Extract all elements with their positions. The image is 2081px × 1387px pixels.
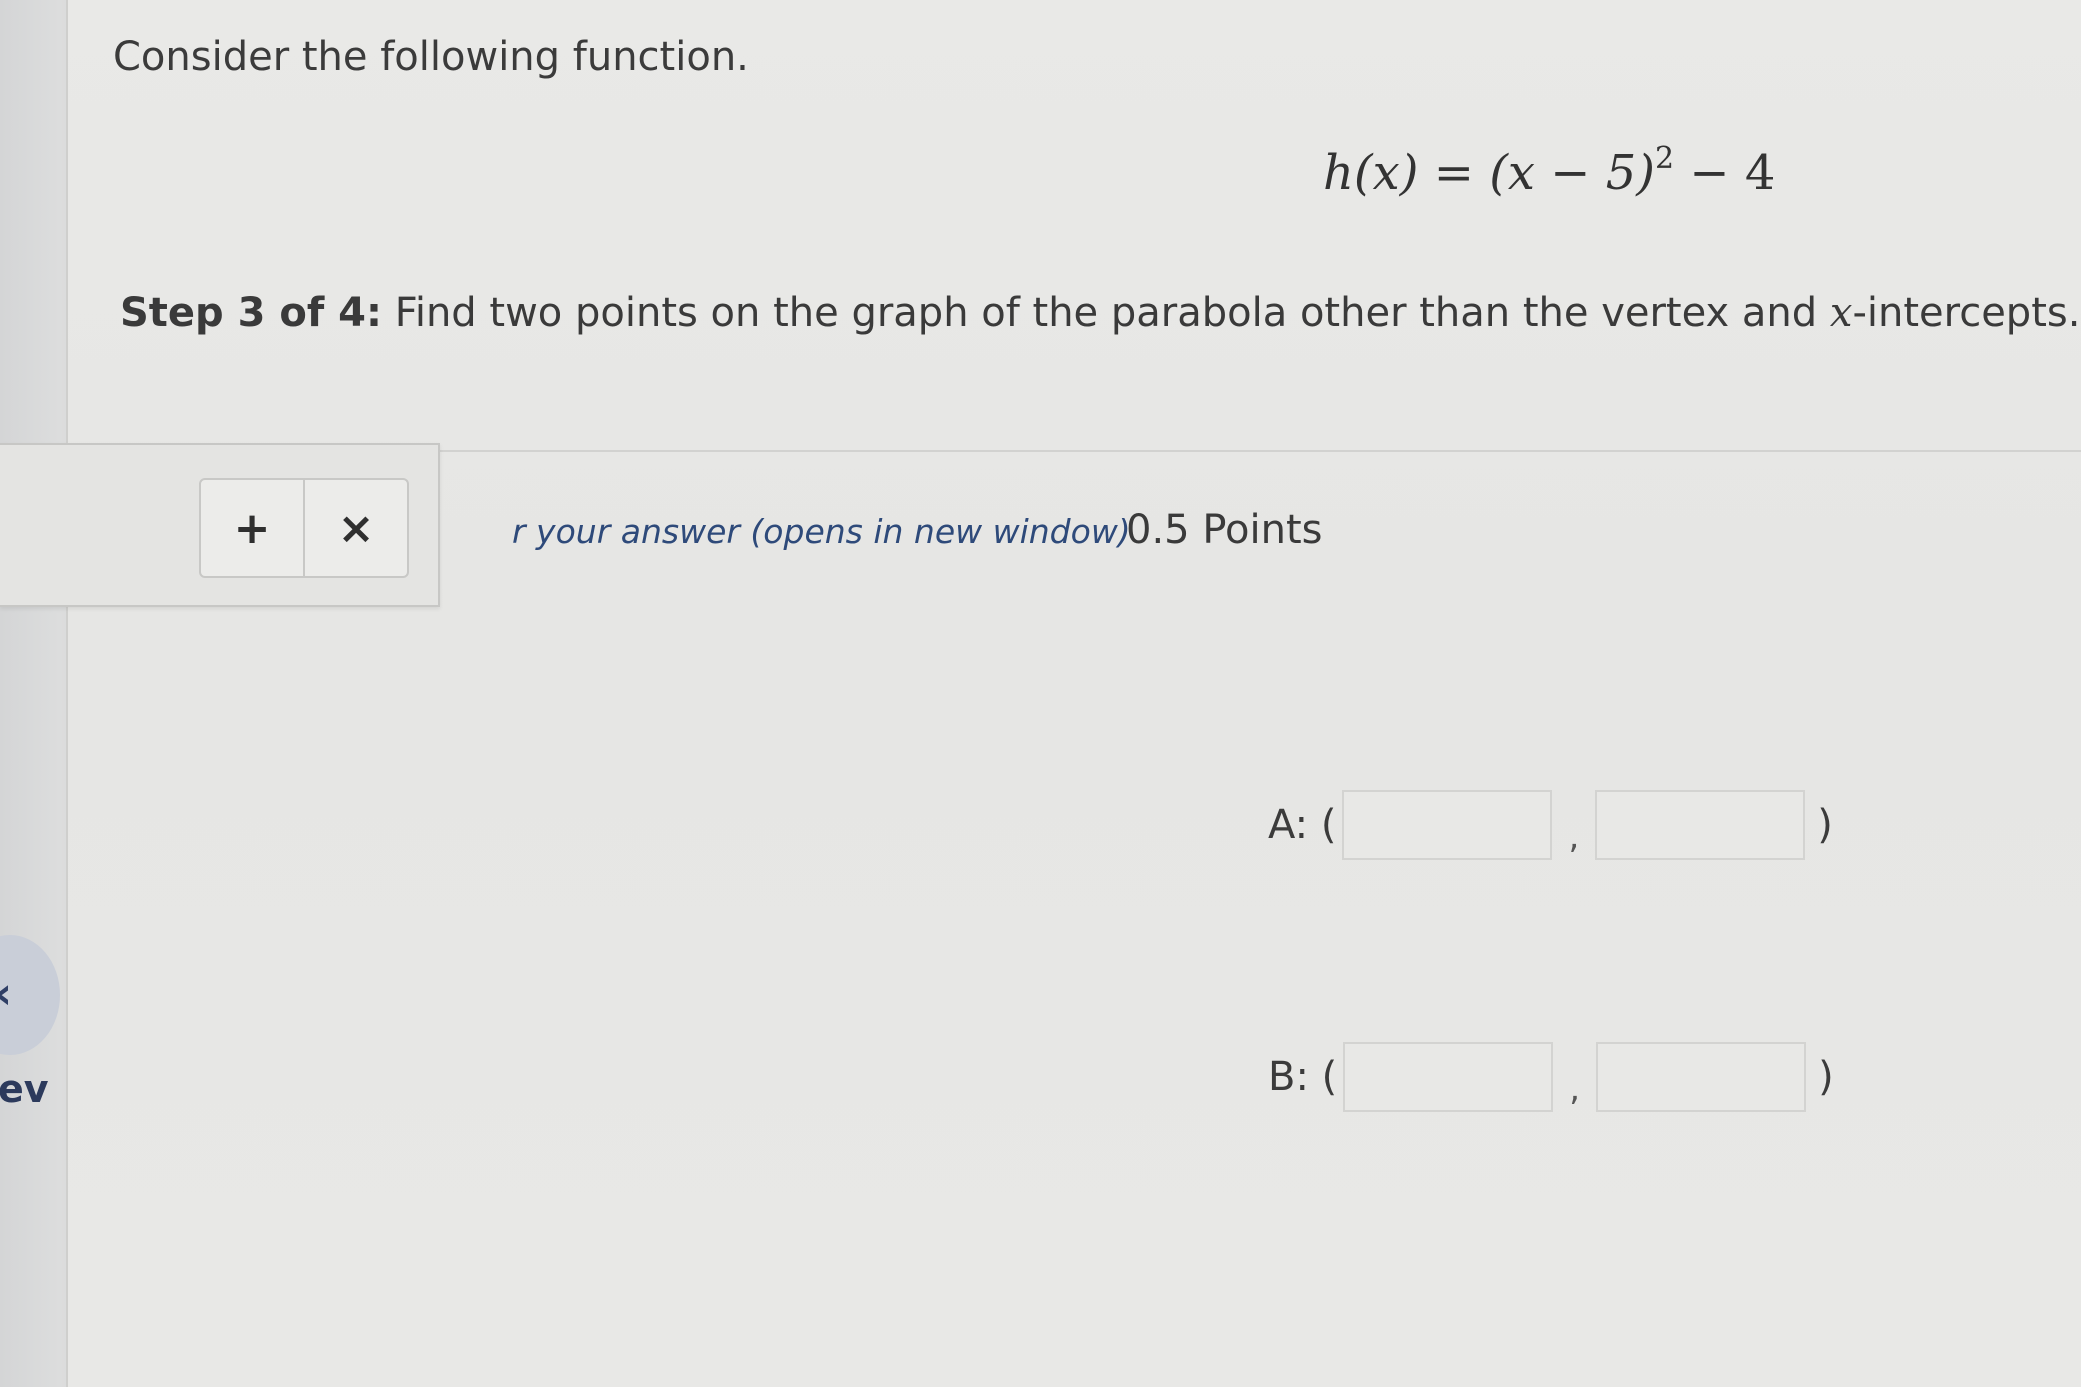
question-intro: Consider the following function. — [113, 34, 749, 80]
answer-b-x-input[interactable] — [1343, 1042, 1554, 1112]
answer-row-b: B: ( , ) — [1268, 1042, 1834, 1112]
answer-a-x-input[interactable] — [1342, 790, 1553, 860]
answer-b-close: ) — [1818, 1054, 1834, 1100]
close-icon[interactable]: × — [303, 480, 407, 576]
answer-toolbar: + × — [0, 443, 440, 607]
answer-row-a: A: ( , ) — [1268, 790, 1833, 860]
answer-b-label: B: ( — [1268, 1054, 1338, 1100]
formula-lhs: h(x) — [1323, 145, 1419, 201]
question-panel: Consider the following function. h(x) = … — [66, 0, 2081, 1387]
points-value: 0.5 Points — [1126, 507, 1323, 553]
function-formula: h(x) = (x − 5)2 − 4 — [1323, 141, 1776, 201]
add-icon[interactable]: + — [201, 480, 303, 576]
answer-b-y-input[interactable] — [1596, 1042, 1807, 1112]
answer-b-comma: , — [1569, 1069, 1581, 1109]
answer-a-comma: , — [1568, 817, 1580, 857]
step-variable: x — [1829, 290, 1853, 336]
answer-a-label: A: ( — [1268, 802, 1337, 848]
chevron-left-icon[interactable]: ‹ — [0, 968, 12, 1019]
toolbar-button-group: + × — [199, 478, 409, 578]
step-text-end: -intercepts. — [1852, 290, 2081, 336]
answer-help-link[interactable]: r your answer (opens in new window) — [512, 512, 1131, 551]
formula-tail: − 4 — [1674, 145, 1776, 201]
step-text: Find two points on the graph of the para… — [382, 290, 1830, 336]
step-instruction: Step 3 of 4: Find two points on the grap… — [120, 290, 2080, 336]
answer-a-close: ) — [1817, 802, 1833, 848]
question-header: Consider the following function. h(x) = … — [68, 0, 2081, 452]
formula-rhs: (x − 5) — [1489, 145, 1655, 201]
previous-label[interactable]: ev — [0, 1067, 49, 1111]
step-label: Step 3 of 4: — [120, 290, 383, 336]
answer-a-y-input[interactable] — [1595, 790, 1806, 860]
formula-exponent: 2 — [1654, 141, 1675, 176]
